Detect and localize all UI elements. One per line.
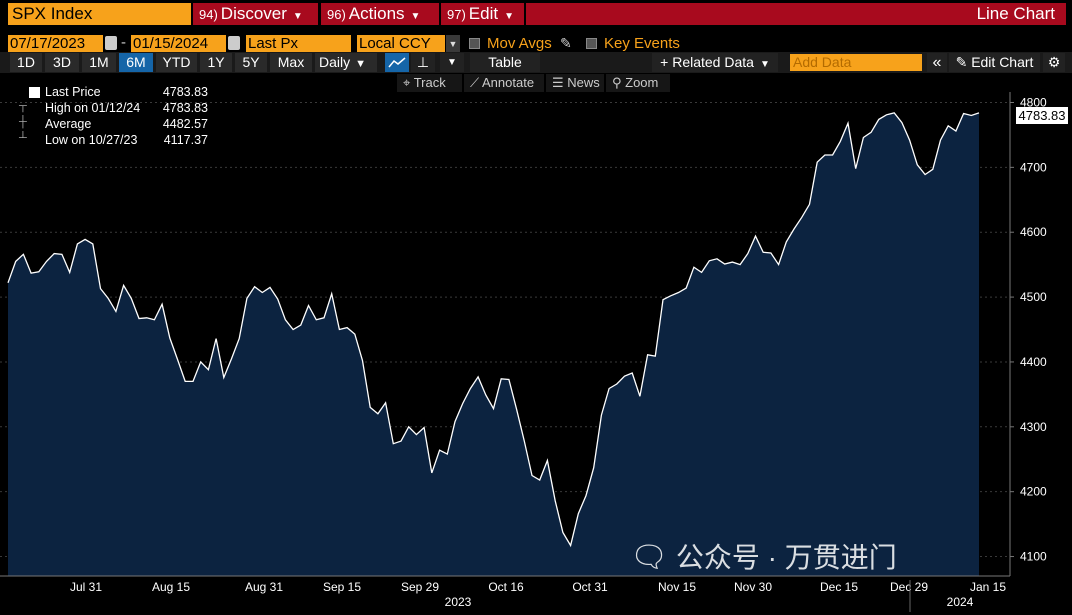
price-area — [8, 112, 979, 577]
average-marker-icon: ┼ — [19, 116, 27, 128]
x-tick-label: Jul 31 — [70, 580, 102, 594]
legend-value-high: 4783.83 — [162, 101, 208, 115]
x-tick-label: Dec 15 — [820, 580, 858, 594]
x-tick-label: Sep 15 — [323, 580, 361, 594]
y-tick-label: 4400 — [1020, 355, 1047, 369]
legend-label-high: High on 01/12/24 — [45, 101, 141, 115]
legend-label-low: Low on 10/27/23 — [45, 133, 138, 147]
x-tick-label: Oct 16 — [488, 580, 524, 594]
legend-label-last-price: Last Price — [45, 85, 101, 99]
year-label: 2024 — [947, 595, 974, 609]
last-price-swatch — [29, 87, 40, 98]
x-tick-label: Sep 29 — [401, 580, 439, 594]
x-tick-label: Nov 15 — [658, 580, 696, 594]
last-price-tag: 4783.83 — [1016, 107, 1068, 124]
y-tick-label: 4200 — [1020, 485, 1047, 499]
x-tick-label: Jan 15 — [970, 580, 1006, 594]
watermark: 🗨 公众号 · 万贯进门 — [630, 540, 897, 576]
high-marker-icon: ┬ — [19, 100, 27, 112]
x-tick-label: Dec 29 — [890, 580, 928, 594]
wechat-icon: 🗨 — [630, 541, 669, 574]
chart-legend: Last Price 4783.83 ┬ High on 01/12/24 47… — [12, 84, 208, 154]
legend-value-low: 4117.37 — [163, 133, 208, 147]
x-tick-label: Nov 30 — [734, 580, 772, 594]
x-tick-label: Aug 15 — [152, 580, 190, 594]
y-tick-label: 4100 — [1020, 550, 1047, 564]
y-tick-label: 4600 — [1020, 225, 1047, 239]
x-tick-label: Aug 31 — [245, 580, 283, 594]
watermark-text: 公众号 · 万贯进门 — [675, 542, 897, 573]
x-tick-label: Oct 31 — [572, 580, 608, 594]
legend-value-last-price: 4783.83 — [162, 85, 208, 99]
y-tick-label: 4300 — [1020, 420, 1047, 434]
y-tick-label: 4500 — [1020, 290, 1047, 304]
y-tick-label: 4700 — [1020, 160, 1047, 174]
legend-value-average: 4482.57 — [162, 117, 208, 131]
year-label: 2023 — [445, 595, 472, 609]
legend-label-average: Average — [45, 117, 92, 131]
low-marker-icon: ┴ — [19, 132, 27, 144]
